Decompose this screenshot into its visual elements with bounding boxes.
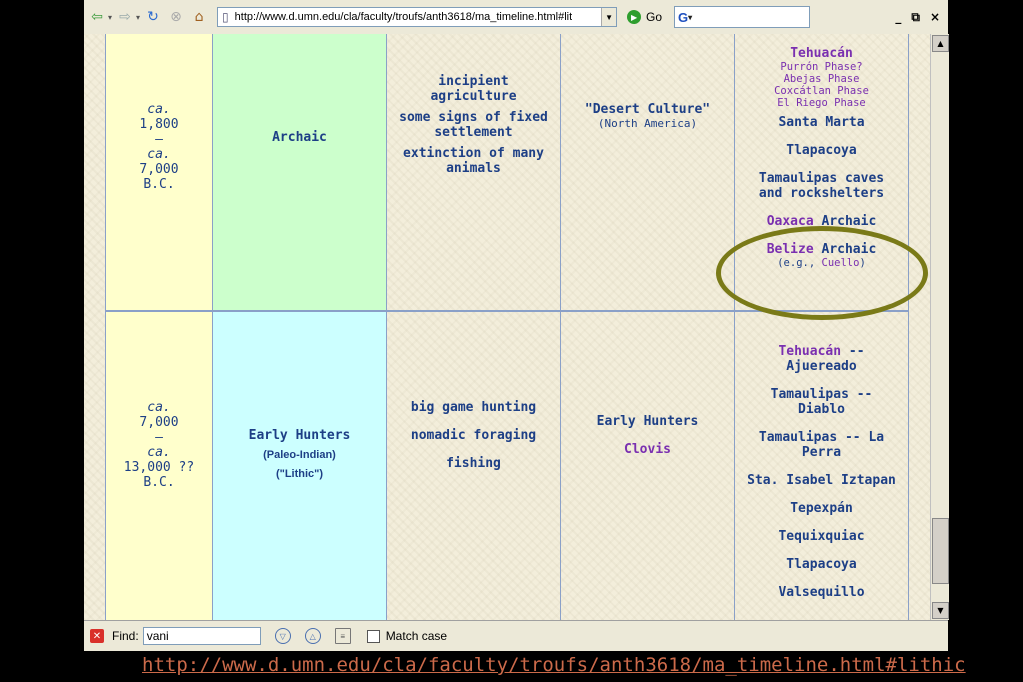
search-input[interactable]: G ▾ bbox=[674, 6, 811, 28]
north-america-note: (North America) bbox=[597, 117, 698, 130]
stage-cell-archaic: Archaic bbox=[213, 34, 387, 311]
trait-item: nomadic foraging bbox=[410, 428, 537, 443]
site-tamaulipas: Tamaulipas caves and rockshelters bbox=[758, 171, 885, 201]
site-link-tehuacan[interactable]: Tehuacán bbox=[790, 46, 853, 61]
stop-icon[interactable]: ⊗ bbox=[166, 7, 186, 27]
scrollbar-thumb[interactable] bbox=[932, 518, 949, 584]
stage-cell-hunters: Early Hunters (Paleo-Indian) ("Lithic") bbox=[213, 311, 387, 620]
date-era: B.C. bbox=[143, 475, 175, 490]
scroll-up-icon[interactable]: ▲ bbox=[932, 35, 949, 52]
address-bar-text: http://www.d.umn.edu/cla/faculty/troufs/… bbox=[234, 11, 573, 23]
search-dropdown-icon[interactable]: ▾ bbox=[688, 13, 692, 22]
forward-dropdown-icon[interactable]: ▾ bbox=[136, 13, 140, 22]
home-icon[interactable]: ⌂ bbox=[189, 7, 209, 27]
browser-window: ⇦ ▾ ⇨ ▾ ↻ ⊗ ⌂ ▯ http://www.d.umn.edu/cla… bbox=[84, 0, 949, 651]
date-value: 13,000 ?? bbox=[123, 460, 195, 475]
back-arrow-icon[interactable]: ⇦ bbox=[87, 7, 107, 27]
date-cell-archaic: ca. 1,800 – ca. 7,000 B.C. bbox=[105, 34, 213, 311]
trait-item: big game hunting bbox=[410, 400, 537, 415]
clovis-link[interactable]: Clovis bbox=[624, 442, 671, 457]
phase-link[interactable]: Coxcátlan Phase bbox=[774, 85, 869, 97]
find-input[interactable]: vani bbox=[142, 627, 261, 645]
back-dropdown-icon[interactable]: ▾ bbox=[108, 13, 112, 22]
match-case-checkbox[interactable] bbox=[366, 629, 380, 643]
trait-item: incipient agriculture bbox=[430, 74, 517, 104]
highlight-oval bbox=[716, 226, 928, 320]
stage-sublabel: (Paleo-Indian) bbox=[263, 449, 336, 461]
phase-link[interactable]: El Riego Phase bbox=[777, 97, 866, 109]
trait-item: extinction of many animals bbox=[403, 146, 544, 176]
go-label: Go bbox=[646, 10, 663, 24]
forward-arrow-icon[interactable]: ⇨ bbox=[115, 7, 135, 27]
reload-icon[interactable]: ↻ bbox=[143, 7, 163, 27]
close-find-icon[interactable]: ✕ bbox=[90, 629, 104, 643]
traits-cell-archaic: incipient agriculture some signs of fixe… bbox=[387, 34, 561, 311]
stage-sublabel: ("Lithic") bbox=[275, 468, 324, 480]
date-dash: – bbox=[155, 132, 163, 147]
minimize-button[interactable]: _ bbox=[895, 10, 901, 25]
date-dash: – bbox=[155, 430, 163, 445]
window-controls: _ ⧉ × bbox=[895, 10, 940, 25]
find-label: Find: bbox=[112, 629, 139, 643]
vertical-scrollbar[interactable]: ▲ ▼ bbox=[930, 34, 949, 620]
find-previous-icon[interactable]: △ bbox=[304, 628, 321, 644]
date-ca: ca. bbox=[147, 147, 171, 162]
site-tehuacan-ajuereado: Tehuacán -- Ajuereado bbox=[767, 344, 877, 374]
site-tamaulipas-diablo: Tamaulipas -- Diablo bbox=[770, 387, 873, 417]
date-cell-hunters: ca. 7,000 – ca. 13,000 ?? B.C. bbox=[105, 311, 213, 620]
restore-button[interactable]: ⧉ bbox=[911, 10, 920, 25]
caption-url-link[interactable]: http://www.d.umn.edu/cla/faculty/troufs/… bbox=[142, 654, 966, 676]
date-value: 7,000 bbox=[139, 162, 179, 177]
phase-link[interactable]: Abejas Phase bbox=[784, 73, 860, 85]
site-tequixquiac: Tequixquiac bbox=[778, 529, 865, 544]
site-sta-isabel: Sta. Isabel Iztapan bbox=[747, 473, 896, 488]
traits-cell-hunters: big game hunting nomadic foraging fishin… bbox=[387, 311, 561, 620]
date-value: 1,800 bbox=[139, 117, 179, 132]
site-tamaulipas-la-perra: Tamaulipas -- La Perra bbox=[758, 430, 885, 460]
site-valsequillo: Valsequillo bbox=[778, 585, 865, 600]
close-button[interactable]: × bbox=[930, 10, 940, 25]
find-bar: ✕ Find: vani ▽ △ ≡ Match case bbox=[84, 620, 948, 651]
stage-label: Archaic bbox=[272, 130, 327, 145]
page-icon: ▯ bbox=[222, 10, 229, 24]
early-hunters-label: Early Hunters bbox=[596, 414, 699, 429]
trait-item: some signs of fixed settlement bbox=[399, 110, 548, 140]
date-ca: ca. bbox=[147, 400, 171, 415]
date-ca: ca. bbox=[147, 102, 171, 117]
site-tlapacoya: Tlapacoya bbox=[786, 557, 857, 572]
desert-culture-label: "Desert Culture" bbox=[584, 102, 711, 117]
tehuacan-link[interactable]: Tehuacán bbox=[778, 344, 841, 359]
site-santa-marta: Santa Marta bbox=[778, 115, 865, 130]
address-dropdown-icon[interactable]: ▼ bbox=[601, 8, 617, 26]
go-button[interactable]: ▶ Go bbox=[627, 10, 662, 24]
north-america-cell-archaic: "Desert Culture" (North America) bbox=[561, 34, 735, 311]
trait-item: fishing bbox=[446, 456, 501, 471]
go-arrow-icon: ▶ bbox=[627, 10, 642, 24]
site-tepexpan: Tepexpán bbox=[790, 501, 853, 516]
highlight-all-icon[interactable]: ≡ bbox=[334, 628, 351, 644]
date-ca: ca. bbox=[147, 445, 171, 460]
match-case-label: Match case bbox=[385, 629, 448, 643]
page-content: ca. 1,800 – ca. 7,000 B.C. Archaic incip… bbox=[84, 34, 930, 620]
browser-toolbar: ⇦ ▾ ⇨ ▾ ↻ ⊗ ⌂ ▯ http://www.d.umn.edu/cla… bbox=[84, 0, 948, 35]
find-next-icon[interactable]: ▽ bbox=[274, 628, 291, 644]
scroll-down-icon[interactable]: ▼ bbox=[932, 602, 949, 619]
sites-cell-hunters: Tehuacán -- Ajuereado Tamaulipas -- Diab… bbox=[735, 311, 909, 620]
address-bar[interactable]: ▯ http://www.d.umn.edu/cla/faculty/trouf… bbox=[217, 7, 618, 27]
google-logo-icon: G bbox=[678, 9, 689, 25]
phase-link[interactable]: Purrón Phase? bbox=[780, 61, 862, 73]
north-america-cell-hunters: Early Hunters Clovis bbox=[561, 311, 735, 620]
date-value: 7,000 bbox=[139, 415, 179, 430]
stage-label: Early Hunters bbox=[248, 428, 351, 443]
date-era: B.C. bbox=[143, 177, 175, 192]
site-tlapacoya: Tlapacoya bbox=[786, 143, 857, 158]
